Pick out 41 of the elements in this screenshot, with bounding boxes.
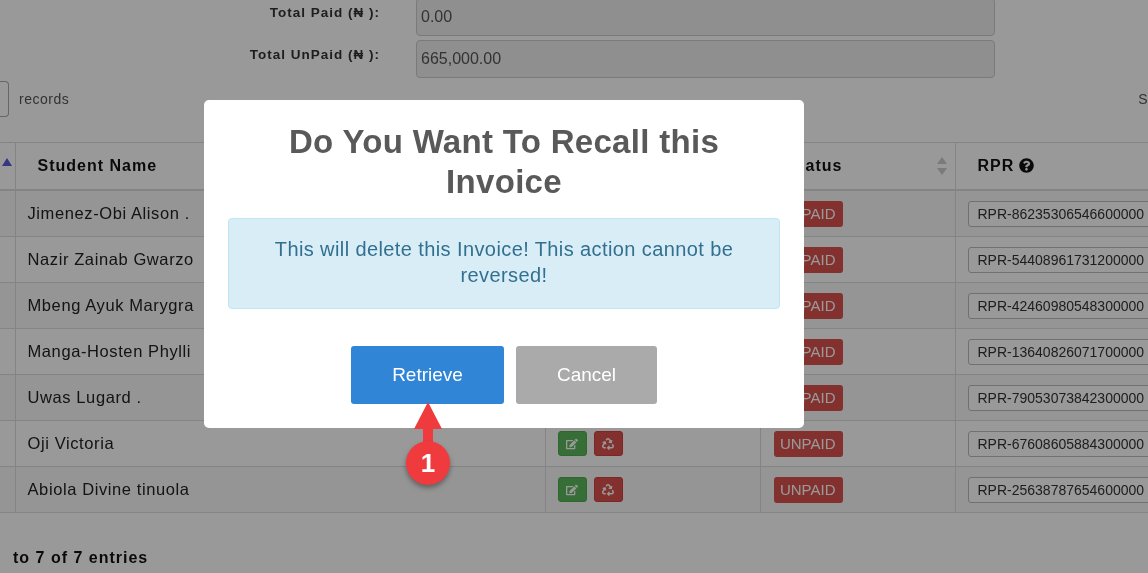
column-header-label: RPR bbox=[977, 157, 1015, 174]
rpr-field[interactable]: RPR-42460980548300000 bbox=[967, 292, 1148, 319]
student-name: Uwas Lugard . bbox=[27, 388, 142, 406]
sort-ascending-icon[interactable] bbox=[1, 157, 12, 167]
edit-icon bbox=[566, 437, 578, 450]
rpr-field[interactable]: RPR-54408961731200000 bbox=[967, 246, 1148, 273]
recall-button[interactable] bbox=[593, 431, 623, 456]
edit-button[interactable] bbox=[557, 431, 587, 456]
recycle-icon bbox=[602, 483, 614, 496]
warning-message: This will delete this Invoice! This action cannot be reversed! bbox=[228, 218, 780, 309]
total-field[interactable]: 0.00 bbox=[416, 0, 995, 36]
edit-button[interactable] bbox=[557, 477, 587, 502]
recycle-icon bbox=[602, 437, 614, 450]
rpr-field[interactable]: RPR-79053073842300000 bbox=[967, 384, 1148, 411]
table-info: to 7 of 7 entries bbox=[13, 549, 150, 567]
student-name: Manga-Hosten Phylli bbox=[27, 342, 192, 360]
student-name: Jimenez-Obi Alison . bbox=[27, 204, 190, 222]
student-name: Abiola Divine tinuola bbox=[27, 480, 190, 498]
column-header-label: atus bbox=[805, 157, 843, 174]
student-name: Oji Victoria bbox=[27, 434, 115, 452]
total-field[interactable]: 665,000.00 bbox=[416, 40, 995, 78]
help-icon[interactable] bbox=[1019, 158, 1035, 173]
records-label: records bbox=[19, 91, 70, 107]
rpr-field[interactable]: RPR-13640826071700000 bbox=[967, 338, 1148, 365]
pointer-arrow bbox=[413, 402, 443, 444]
student-name: Mbeng Ayuk Marygra bbox=[27, 296, 194, 314]
column-header-label: Student Name bbox=[37, 157, 158, 174]
edit-icon bbox=[566, 483, 578, 496]
search-label: S bbox=[1138, 91, 1148, 107]
rpr-field[interactable]: RPR-25638787654600000 bbox=[967, 476, 1148, 503]
retrieve-button[interactable]: Retrieve bbox=[351, 346, 504, 404]
field-label: Total Paid (₦ ): bbox=[268, 4, 380, 20]
status-badge: UNPAID bbox=[773, 430, 843, 457]
rpr-field[interactable]: RPR-67608605884300000 bbox=[967, 430, 1148, 457]
status-badge: UNPAID bbox=[773, 476, 843, 503]
recall-button[interactable] bbox=[593, 477, 623, 502]
rpr-field[interactable]: RPR-86235306546600000 bbox=[967, 200, 1148, 227]
student-name: Nazir Zainab Gwarzo bbox=[27, 250, 194, 268]
records-select[interactable] bbox=[0, 81, 9, 117]
field-label: Total UnPaid (₦ ): bbox=[248, 46, 380, 62]
dialog-title: Do You Want To Recall this Invoice bbox=[287, 122, 721, 202]
